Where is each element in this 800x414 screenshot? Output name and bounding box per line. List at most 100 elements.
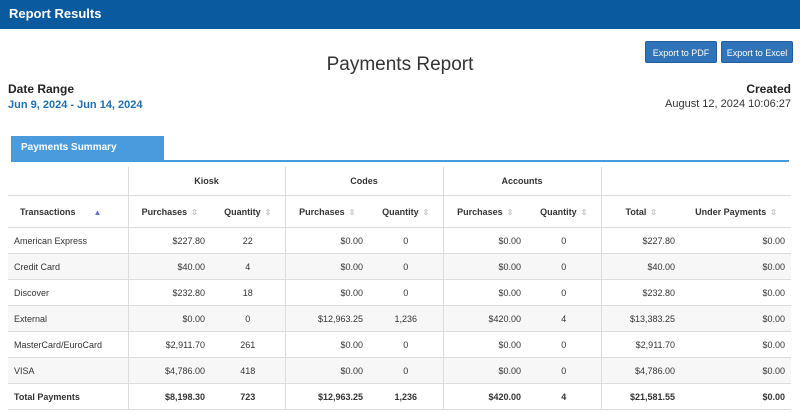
export-pdf-button[interactable]: Export to PDF [645,41,717,63]
col-total[interactable]: Total ⇳ [600,195,682,228]
cell-total: $232.80 [600,279,682,306]
cell-under: $0.00 [681,383,792,410]
cell-aq: 4 [527,305,602,332]
cell-cq: 0 [369,357,444,384]
group-kiosk: Kiosk [127,167,286,196]
table-row: American Express $227.80 22 $0.00 0 $0.00 0 $22… [8,227,792,254]
cell-name: American Express [8,227,128,254]
cell-kp: $0.00 [127,305,211,332]
group-codes: Codes [284,167,444,196]
cell-aq: 0 [527,227,602,254]
sort-icon[interactable]: ⇳ [265,208,272,217]
cell-cq: 1,236 [369,383,444,410]
cell-under: $0.00 [681,331,792,358]
table-row: VISA $4,786.00 418 $0.00 0 $0.00 0 $4,786.00 $0.… [8,357,792,384]
cell-total: $13,383.25 [600,305,682,332]
cell-kq: 723 [211,383,286,410]
cell-name: VISA [8,357,128,384]
cell-aq: 0 [527,279,602,306]
tab-payments-summary[interactable]: Payments Summary [11,136,164,160]
cell-name: MasterCard/EuroCard [8,331,128,358]
cell-under: $0.00 [681,279,792,306]
col-label: Purchases [299,206,345,217]
cell-kp: $2,911.70 [127,331,211,358]
col-transactions[interactable]: Transactions ▲ [8,195,128,228]
cell-cp: $12,963.25 [284,305,370,332]
col-accounts-purchases[interactable]: Purchases ⇳ [442,195,528,228]
cell-total: $2,911.70 [600,331,682,358]
cell-under: $0.00 [681,227,792,254]
cell-cp: $12,963.25 [284,383,370,410]
col-kiosk-quantity[interactable]: Quantity ⇳ [211,195,286,228]
col-codes-quantity[interactable]: Quantity ⇳ [369,195,444,228]
cell-under: $0.00 [681,357,792,384]
cell-kp: $227.80 [127,227,211,254]
sort-asc-icon[interactable]: ▲ [94,208,102,217]
cell-kq: 22 [211,227,286,254]
cell-total: $40.00 [600,253,682,280]
cell-name: External [8,305,128,332]
col-under-payments[interactable]: Under Payments ⇳ [681,195,792,228]
col-label: Total [625,206,647,217]
sort-icon[interactable]: ⇳ [581,208,588,217]
col-accounts-quantity[interactable]: Quantity ⇳ [527,195,602,228]
col-label: Purchases [457,206,503,217]
sort-icon[interactable]: ⇳ [770,208,777,217]
group-accounts: Accounts [442,167,602,196]
table-row: Credit Card $40.00 4 $0.00 0 $0.00 0 $40.00 $0.0… [8,253,792,280]
sort-icon[interactable]: ⇳ [650,208,657,217]
export-excel-button[interactable]: Export to Excel [721,41,793,63]
cell-kp: $4,786.00 [127,357,211,384]
cell-ap: $0.00 [442,331,528,358]
cell-cq: 0 [369,227,444,254]
col-label: Quantity [540,206,577,217]
cell-cq: 0 [369,331,444,358]
cell-kq: 4 [211,253,286,280]
sort-icon[interactable]: ⇳ [507,208,514,217]
created-value: August 12, 2024 10:06:27 [665,98,791,110]
cell-cq: 0 [369,279,444,306]
date-range-label: Date Range [8,82,75,96]
cell-ap: $420.00 [442,305,528,332]
cell-ap: $0.00 [442,253,528,280]
cell-ap: $0.00 [442,279,528,306]
cell-kp: $40.00 [127,253,211,280]
col-label: Purchases [141,206,188,217]
cell-cp: $0.00 [284,227,370,254]
cell-name: Discover [8,279,128,306]
cell-aq: 4 [527,383,602,410]
cell-kq: 18 [211,279,286,306]
cell-aq: 0 [527,253,602,280]
cell-kq: 261 [211,331,286,358]
cell-under: $0.00 [681,305,792,332]
header-title: Report Results [9,6,102,21]
sort-icon[interactable]: ⇳ [191,208,198,217]
totals-row: Total Payments $8,198.30 723 $12,963.25 1,23… [8,383,792,410]
cell-cp: $0.00 [284,331,370,358]
cell-ap: $0.00 [442,357,528,384]
date-range-value: Jun 9, 2024 - Jun 14, 2024 [8,99,143,111]
tab-divider [11,160,789,162]
group-totals-blank [600,167,792,196]
cell-kp: $232.80 [127,279,211,306]
cell-kq: 418 [211,357,286,384]
created-label: Created [746,82,791,96]
cell-cq: 0 [369,253,444,280]
cell-aq: 0 [527,357,602,384]
cell-under: $0.00 [681,253,792,280]
header-bar: Report Results [0,0,800,29]
col-codes-purchases[interactable]: Purchases ⇳ [284,195,370,228]
sort-icon[interactable]: ⇳ [349,208,356,217]
col-kiosk-purchases[interactable]: Purchases ⇳ [127,195,211,228]
col-label: Under Payments [695,206,767,217]
column-header-row: Transactions ▲ Purchases ⇳ Quantity ⇳ Purch… [8,195,792,228]
col-label: Quantity [382,206,419,217]
cell-ap: $420.00 [442,383,528,410]
cell-total: $227.80 [600,227,682,254]
cell-cp: $0.00 [284,253,370,280]
cell-cq: 1,236 [369,305,444,332]
table-row: MasterCard/EuroCard $2,911.70 261 $0.00 0 $0.… [8,331,792,358]
cell-kq: 0 [211,305,286,332]
sort-icon[interactable]: ⇳ [423,208,430,217]
cell-total: $21,581.55 [600,383,682,410]
